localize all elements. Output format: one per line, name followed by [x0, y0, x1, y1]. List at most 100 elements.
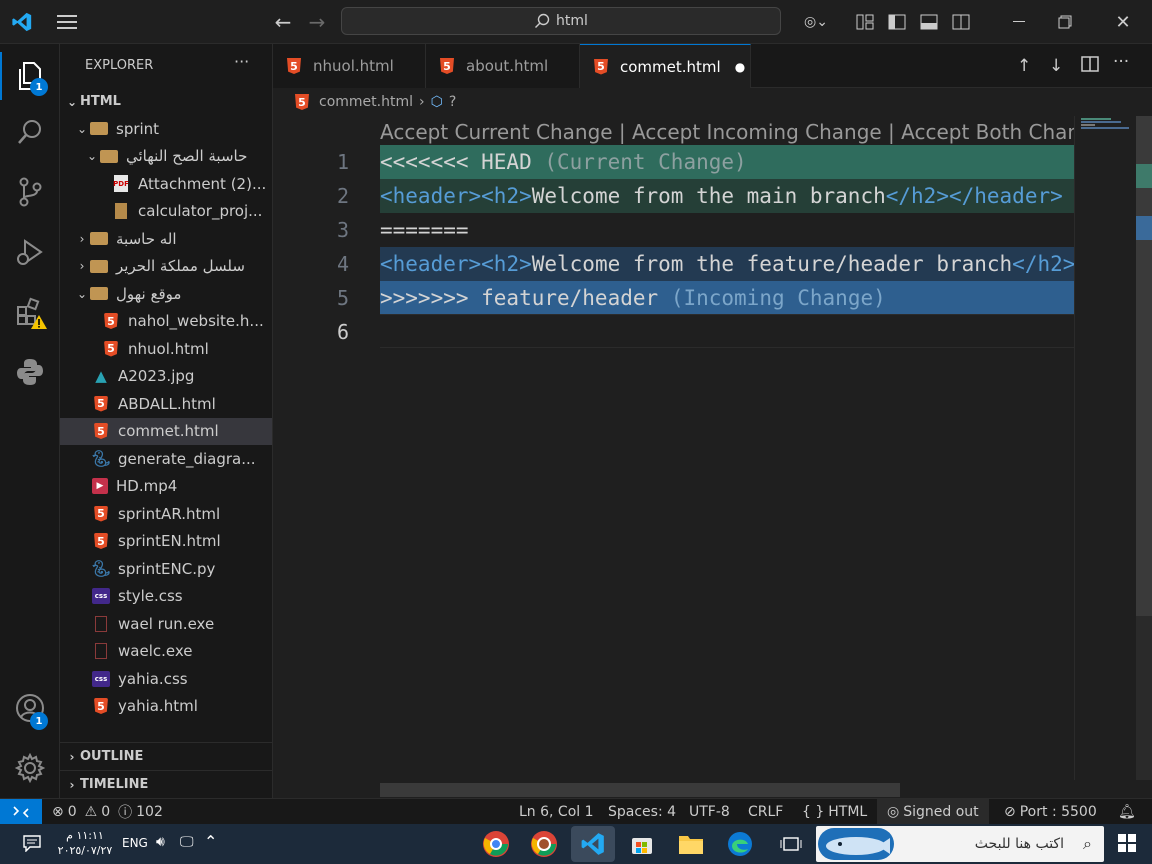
- customize-layout-icon[interactable]: [854, 8, 876, 36]
- accounts-icon[interactable]: 1: [0, 680, 60, 736]
- split-editor-icon[interactable]: [1081, 56, 1099, 77]
- task-view-icon[interactable]: [769, 826, 813, 862]
- volume-icon[interactable]: 🔊︎: [156, 834, 165, 850]
- search-view-icon[interactable]: [0, 104, 60, 160]
- file-item[interactable]: 5 commet.html: [60, 417, 272, 445]
- file-item[interactable]: 🐍︎ sprintENC.py: [60, 555, 272, 582]
- explorer-icon[interactable]: 1: [0, 48, 60, 104]
- explorer-badge: 1: [30, 78, 48, 96]
- code-token: <h2>: [481, 252, 532, 276]
- notification-center-icon[interactable]: [22, 834, 42, 856]
- minimize-icon[interactable]: [996, 0, 1042, 44]
- file-item[interactable]: 5 sprintEN.html: [60, 528, 272, 555]
- tab-about[interactable]: 5 about.html: [426, 44, 580, 88]
- taskbar-search-box[interactable]: اكتب هنا للبحث ⌕: [816, 826, 1104, 862]
- folder-item[interactable]: ⌄ موقع نهول: [60, 280, 272, 307]
- file-item[interactable]: ▶ HD.mp4: [60, 473, 272, 500]
- file-item[interactable]: wael run.exe: [60, 610, 272, 637]
- indentation[interactable]: Spaces: 4: [608, 799, 676, 825]
- input-language[interactable]: ENG: [122, 836, 148, 850]
- previous-conflict-icon[interactable]: ↑: [1017, 56, 1031, 76]
- outline-section[interactable]: › OUTLINE: [60, 742, 272, 770]
- toggle-panel-icon[interactable]: [918, 8, 940, 36]
- forward-icon[interactable]: →: [304, 8, 330, 36]
- file-explorer-icon[interactable]: [669, 826, 713, 862]
- chrome-app-1-icon[interactable]: [474, 826, 518, 862]
- run-debug-icon[interactable]: [0, 224, 60, 280]
- python-icon[interactable]: [0, 344, 60, 400]
- end-of-line[interactable]: CRLF: [748, 799, 783, 825]
- unsaved-dot-icon[interactable]: ●: [735, 60, 745, 74]
- search-text: html: [556, 13, 588, 29]
- toggle-secondary-sidebar-icon[interactable]: [950, 8, 972, 36]
- info-icon: ⓘ: [118, 805, 133, 821]
- file-item[interactable]: 5 yahia.html: [60, 693, 272, 720]
- file-item[interactable]: 5 nahol_website.h...: [60, 308, 272, 335]
- copilot-icon[interactable]: ◎⌄: [796, 8, 836, 36]
- file-item[interactable]: css style.css: [60, 583, 272, 610]
- tab-nhuol[interactable]: 5 nhuol.html: [273, 44, 426, 88]
- file-item[interactable]: 5 sprintAR.html: [60, 500, 272, 527]
- tree-item-label: generate_diagra...: [118, 449, 256, 468]
- editor-more-actions-icon[interactable]: ···: [1113, 52, 1129, 72]
- notifications-bell-icon[interactable]: 🔔︎: [1118, 799, 1136, 825]
- manage-gear-icon[interactable]: [0, 740, 60, 796]
- vertical-scrollbar[interactable]: [1136, 116, 1152, 780]
- chevron-up-icon[interactable]: ⌃: [204, 832, 217, 851]
- tree-item-label: wael run.exe: [118, 614, 215, 633]
- merge-conflict-codelens[interactable]: Accept Current Change | Accept Incoming …: [380, 120, 1074, 144]
- cursor-position[interactable]: Ln 6, Col 1: [519, 799, 594, 825]
- chrome-app-2-icon[interactable]: [522, 826, 566, 862]
- workspace-root-label: HTML: [80, 94, 121, 109]
- windows-start-icon[interactable]: [1118, 834, 1136, 856]
- code-editor[interactable]: Accept Current Change | Accept Incoming …: [273, 116, 1152, 798]
- explorer-more-actions-icon[interactable]: ···: [234, 52, 249, 71]
- horizontal-scrollbar[interactable]: [380, 783, 900, 797]
- minimap[interactable]: [1074, 116, 1136, 780]
- html5-icon: 5: [94, 423, 108, 439]
- microsoft-store-icon[interactable]: [620, 826, 664, 862]
- remote-indicator-icon[interactable]: [0, 799, 42, 825]
- encoding[interactable]: UTF-8: [689, 799, 730, 825]
- taskbar-search-placeholder: اكتب هنا للبحث: [974, 836, 1064, 852]
- live-server-port[interactable]: ⊘ Port : 5500: [1004, 799, 1097, 825]
- breadcrumb-symbol[interactable]: ?: [449, 94, 456, 110]
- close-icon[interactable]: ✕: [1100, 0, 1146, 44]
- language-mode[interactable]: { } HTML: [802, 799, 867, 825]
- folder-item[interactable]: › سلسل مملكة الحرير: [60, 253, 272, 280]
- menu-icon[interactable]: [52, 8, 82, 36]
- file-item[interactable]: ▲ A2023.jpg: [60, 363, 272, 390]
- folder-item[interactable]: ⌄ sprint: [60, 115, 272, 142]
- network-icon[interactable]: 🖵: [180, 834, 194, 850]
- warning-icon: ⚠: [84, 804, 98, 820]
- vscode-taskbar-icon[interactable]: [571, 826, 615, 862]
- back-icon[interactable]: ←: [270, 8, 296, 36]
- restore-icon[interactable]: [1042, 0, 1088, 44]
- toggle-sidebar-icon[interactable]: [886, 8, 908, 36]
- chevron-right-icon: ›: [79, 231, 85, 246]
- file-item[interactable]: css yahia.css: [60, 665, 272, 692]
- file-item[interactable]: 5 nhuol.html: [60, 335, 272, 362]
- folder-item[interactable]: ⌄ حاسبة الصح النهائي: [60, 143, 272, 170]
- tab-commet[interactable]: 5 commet.html ●: [580, 44, 751, 88]
- file-item[interactable]: waelc.exe: [60, 638, 272, 665]
- tree-item-label: calculator_proj...: [138, 202, 263, 220]
- next-conflict-icon[interactable]: ↓: [1049, 56, 1063, 76]
- problems-indicator[interactable]: ⊗ 0 ⚠ 0 ⓘ 102: [52, 799, 163, 825]
- file-item[interactable]: calculator_proj...: [60, 198, 272, 225]
- file-item[interactable]: 5 ABDALL.html: [60, 390, 272, 417]
- workspace-root[interactable]: ⌄ HTML: [60, 88, 272, 115]
- extensions-icon[interactable]: [0, 284, 60, 340]
- timeline-section[interactable]: › TIMELINE: [60, 770, 272, 798]
- file-item[interactable]: PDF Attachment (2)...: [60, 170, 272, 197]
- breadcrumb-file[interactable]: commet.html: [319, 94, 413, 110]
- conflict-separator: =======: [380, 218, 469, 242]
- command-center-search[interactable]: html: [341, 7, 781, 35]
- source-control-icon[interactable]: [0, 164, 60, 220]
- folder-item[interactable]: › اله حاسبة: [60, 225, 272, 252]
- edge-icon[interactable]: [718, 826, 762, 862]
- file-item[interactable]: 🐍︎ generate_diagra...: [60, 445, 272, 472]
- search-icon: [535, 13, 550, 28]
- copilot-status[interactable]: ◎ Signed out: [877, 799, 989, 825]
- clock[interactable]: ١١:١١ م ٢٠٢٥/٠٧/٢٧: [54, 828, 116, 858]
